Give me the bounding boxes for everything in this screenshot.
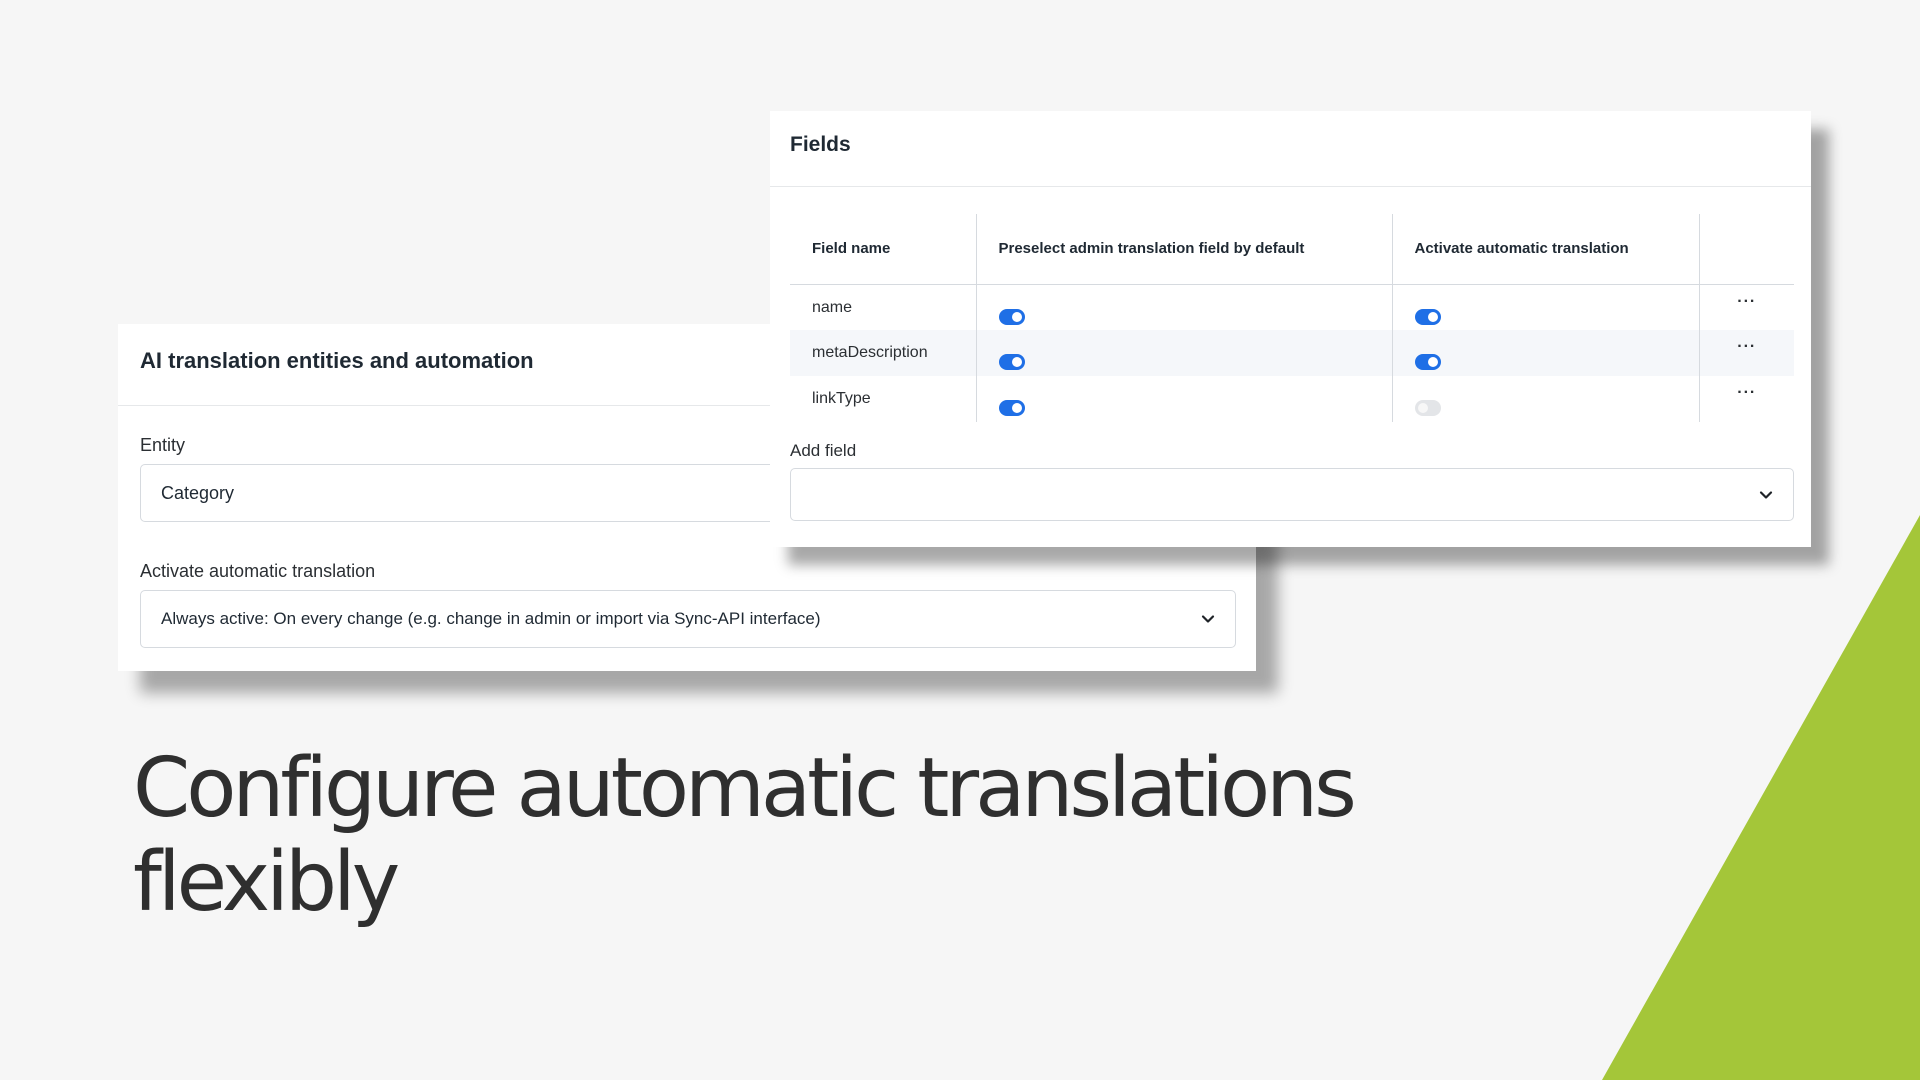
table-row: metaDescription ··· (790, 330, 1794, 376)
add-field-select[interactable] (790, 468, 1794, 521)
slide-headline: Configure automatic translations flexibl… (133, 742, 1433, 930)
fields-table-header: Field name Preselect admin translation f… (790, 214, 1794, 285)
preselect-toggle[interactable] (998, 400, 1025, 416)
add-field-label: Add field (790, 441, 857, 460)
field-name-cell: linkType (812, 390, 871, 407)
activate-toggle[interactable] (1414, 308, 1441, 325)
green-accent-shape (1602, 515, 1920, 1080)
chevron-down-icon (1759, 491, 1773, 499)
activate-translation-select[interactable]: Always active: On every change (e.g. cha… (140, 590, 1236, 648)
column-header-actions (1698, 214, 1794, 285)
fields-panel-header: Fields (770, 111, 1811, 187)
field-name-cell: name (812, 298, 853, 316)
activate-translation-label: Activate automatic translation (140, 561, 376, 581)
headline-line-1: Configure automatic translations (133, 741, 1357, 836)
fields-table: Field name Preselect admin translation f… (790, 214, 1794, 422)
entity-label: Entity (140, 435, 186, 455)
activate-translation-value: Always active: On every change (e.g. cha… (161, 609, 821, 628)
column-header-field-name[interactable]: Field name (790, 214, 976, 285)
preselect-toggle[interactable] (998, 354, 1025, 370)
activate-toggle[interactable] (1414, 354, 1441, 370)
chevron-down-icon (1201, 615, 1215, 623)
row-menu-icon[interactable]: ··· (1698, 330, 1794, 376)
fields-panel: Fields Field name Preselect admin transl… (770, 111, 1811, 547)
field-name-cell: metaDescription (790, 330, 976, 376)
column-header-preselect[interactable]: Preselect admin translation field by def… (975, 214, 1392, 285)
activate-toggle[interactable] (1414, 400, 1441, 416)
preselect-toggle[interactable] (998, 308, 1025, 325)
table-row: name ··· (790, 284, 1794, 330)
column-header-activate[interactable]: Activate automatic translation (1391, 214, 1699, 285)
fields-panel-title: Fields (790, 133, 851, 156)
row-menu-icon[interactable]: ··· (1698, 284, 1794, 330)
table-row: linkType ··· (790, 376, 1794, 422)
row-menu-icon[interactable]: ··· (1698, 376, 1794, 422)
headline-line-2: flexibly (133, 835, 400, 930)
